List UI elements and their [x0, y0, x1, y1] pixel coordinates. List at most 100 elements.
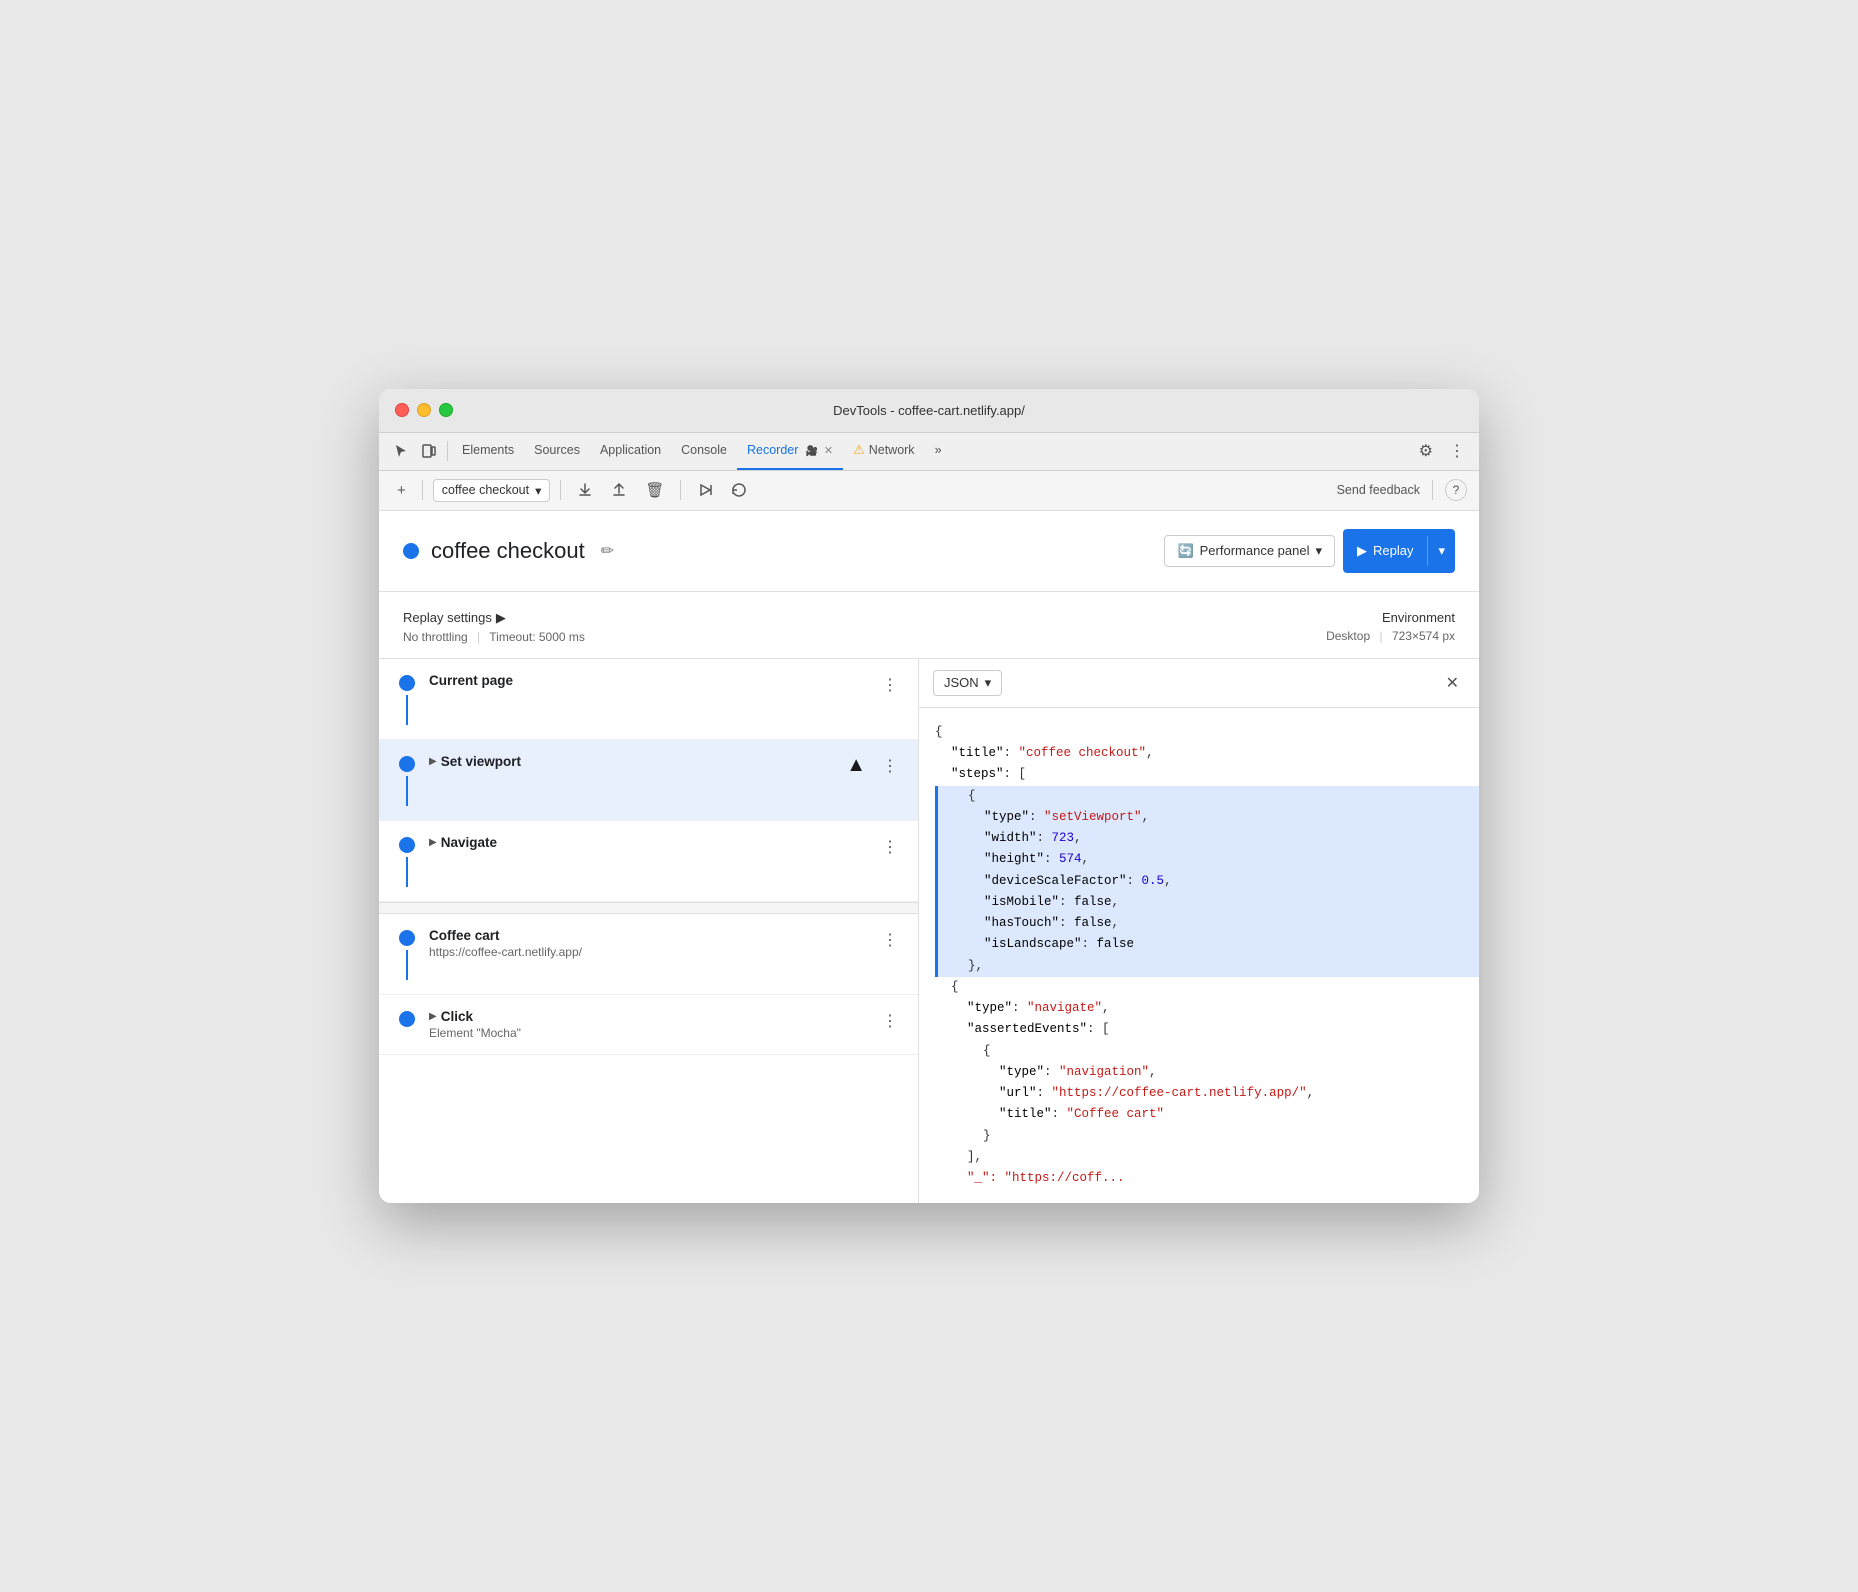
more-options-icon-button[interactable]: ⋮: [1443, 437, 1471, 465]
replay-play-icon: ▶: [1357, 543, 1367, 559]
replay-main-action[interactable]: ▶ Replay: [1343, 536, 1428, 566]
step-coffee-cart[interactable]: Coffee cart https://coffee-cart.netlify.…: [379, 914, 918, 995]
step-dot-5: [399, 1011, 415, 1027]
tab-separator-1: [447, 441, 448, 461]
expand-arrow-viewport: ▶: [429, 756, 437, 767]
tab-recorder[interactable]: Recorder 🎥 ✕: [737, 432, 843, 470]
recording-selector[interactable]: coffee checkout ▾: [433, 479, 551, 502]
performance-panel-button[interactable]: 🔄 Performance panel ▾: [1164, 535, 1335, 567]
replay-label: Replay: [1373, 543, 1413, 558]
step-set-viewport[interactable]: ▶ Set viewport ▲ ⋮: [379, 740, 918, 821]
replay-button[interactable]: ▶ Replay ▾: [1343, 529, 1455, 573]
recorder-main: coffee checkout ✏ 🔄 Performance panel ▾ …: [379, 511, 1479, 1204]
step-subtitle-click: Element "Mocha": [429, 1026, 878, 1040]
settings-icon-button[interactable]: ⚙: [1413, 437, 1439, 465]
step-dot-col-1: [399, 673, 415, 725]
close-window-button[interactable]: [395, 403, 409, 417]
dropdown-chevron-icon: ▾: [535, 483, 541, 498]
tab-more[interactable]: »: [925, 432, 952, 470]
add-recording-button[interactable]: +: [391, 478, 412, 503]
steps-panel: Current page ⋮ ▶ Set view: [379, 659, 919, 1204]
json-dsf-line: "deviceScaleFactor": 0.5,: [968, 871, 1463, 892]
cursor-tool-icon[interactable]: [387, 439, 415, 463]
step-content-current-page: Current page: [429, 673, 878, 688]
steps-container: Current page ⋮ ▶ Set view: [379, 659, 918, 1055]
json-type-line: "type": "setViewport",: [968, 807, 1463, 828]
step-click[interactable]: ▶ Click Element "Mocha" ⋮: [379, 995, 918, 1055]
json-nav-event-open: {: [935, 1041, 1463, 1062]
replay-dropdown-arrow[interactable]: ▾: [1428, 536, 1455, 566]
env-size: 723×574 px: [1392, 629, 1455, 643]
step-more-button-2[interactable]: ⋮: [878, 754, 902, 778]
step-more-button-5[interactable]: ⋮: [878, 1009, 902, 1033]
edit-title-button[interactable]: ✏: [597, 537, 618, 565]
step-current-page[interactable]: Current page ⋮: [379, 659, 918, 740]
step-title-navigate: Navigate: [441, 835, 497, 850]
expand-arrow-click: ▶: [429, 1011, 437, 1022]
play-step-button[interactable]: [691, 478, 719, 502]
export-button[interactable]: [571, 478, 599, 502]
step-dot-2: [399, 756, 415, 772]
tab-sources[interactable]: Sources: [524, 432, 590, 470]
step-navigate[interactable]: ▶ Navigate ⋮: [379, 821, 918, 902]
device-tool-icon[interactable]: [415, 439, 443, 463]
replay-settings-label: Replay settings: [403, 610, 492, 625]
tab-network[interactable]: ⚠ Network: [843, 432, 925, 470]
environment-value: Desktop | 723×574 px: [929, 629, 1455, 643]
devtools-right-icons: ⚙ ⋮: [1413, 437, 1471, 465]
help-button[interactable]: ?: [1445, 479, 1467, 501]
step-expand-navigate: ▶ Navigate: [429, 835, 878, 850]
delete-recording-button[interactable]: 🗑: [639, 477, 670, 503]
perf-panel-label: Performance panel: [1200, 543, 1310, 558]
step-dot-1: [399, 675, 415, 691]
json-nav-events-line: "assertedEvents": [: [935, 1019, 1463, 1040]
step-dot-col-2: [399, 754, 415, 806]
settings-subtitle: No throttling | Timeout: 5000 ms: [403, 630, 929, 644]
tab-console[interactable]: Console: [671, 432, 737, 470]
step-line-3: [406, 857, 408, 887]
step-dot-col-5: [399, 1009, 415, 1027]
settings-separator: |: [477, 630, 480, 644]
json-touch-line: "hasTouch": false,: [968, 913, 1463, 934]
json-format-selector[interactable]: JSON ▾: [933, 670, 1002, 696]
tab-elements[interactable]: Elements: [452, 432, 524, 470]
minimize-window-button[interactable]: [417, 403, 431, 417]
maximize-window-button[interactable]: [439, 403, 453, 417]
recording-title: coffee checkout: [431, 538, 585, 564]
json-title-line: "title": "coffee checkout",: [935, 743, 1463, 764]
header-right-actions: 🔄 Performance panel ▾ ▶ Replay ▾: [1164, 529, 1455, 573]
traffic-lights: [395, 403, 453, 417]
timeout-label: Timeout: 5000 ms: [489, 630, 585, 644]
step-title-coffee-cart: Coffee cart: [429, 928, 878, 943]
json-panel-close-button[interactable]: ✕: [1440, 669, 1465, 697]
json-steps-line: "steps": [: [935, 764, 1463, 785]
settings-left: Replay settings ▶ No throttling | Timeou…: [403, 610, 929, 644]
steps-json-area: Current page ⋮ ▶ Set view: [379, 659, 1479, 1204]
json-format-label: JSON: [944, 675, 979, 690]
step-more-button-4[interactable]: ⋮: [878, 928, 902, 952]
toolbar-separator-1: [422, 480, 423, 500]
replay-settings-toggle[interactable]: Replay settings ▶: [403, 610, 929, 626]
step-content-coffee-cart: Coffee cart https://coffee-cart.netlify.…: [429, 928, 878, 959]
step-dot-4: [399, 930, 415, 946]
recorder-icon: 🎥: [806, 446, 818, 457]
replay-all-button[interactable]: [725, 478, 753, 502]
json-hl-close: },: [968, 956, 1463, 977]
step-dot-3: [399, 837, 415, 853]
json-width-line: "width": 723,: [968, 828, 1463, 849]
step-more-button-3[interactable]: ⋮: [878, 835, 902, 859]
toolbar-separator-2: [560, 480, 561, 500]
import-button[interactable]: [605, 478, 633, 502]
step-more-button-1[interactable]: ⋮: [878, 673, 902, 697]
recorder-tab-close[interactable]: ✕: [824, 445, 833, 457]
send-feedback-link[interactable]: Send feedback: [1337, 483, 1420, 497]
throttling-label: No throttling: [403, 630, 468, 644]
cursor-arrow-icon: ▲: [846, 754, 866, 777]
recording-status-dot: [403, 543, 419, 559]
step-line-2: [406, 776, 408, 806]
tab-application[interactable]: Application: [590, 432, 671, 470]
json-highlighted-block: { "type": "setViewport", "width": 723, "…: [935, 786, 1479, 977]
step-subtitle-coffee-cart: https://coffee-cart.netlify.app/: [429, 945, 878, 959]
expand-arrow-navigate: ▶: [429, 837, 437, 848]
json-nav-events-close: ],: [935, 1147, 1463, 1168]
